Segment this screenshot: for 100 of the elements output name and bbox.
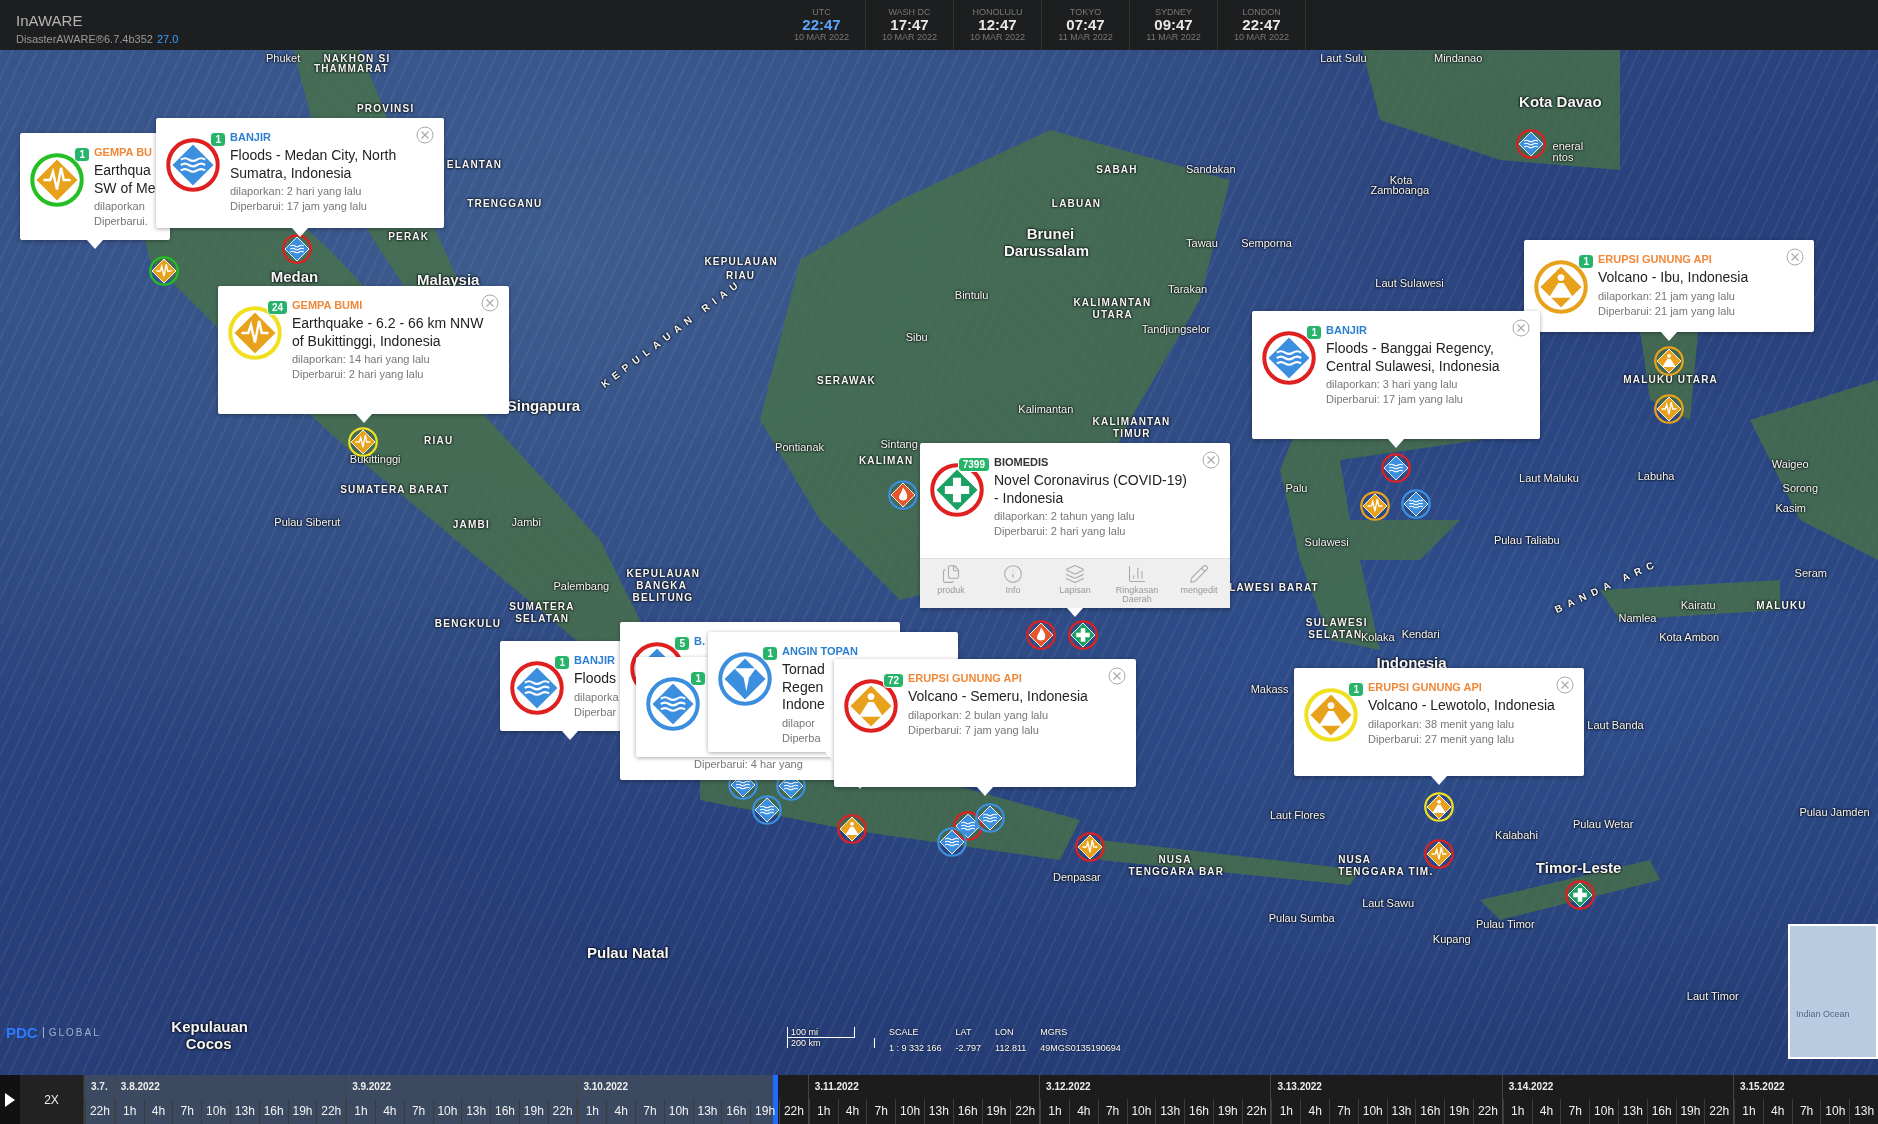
close-button[interactable] [1786, 248, 1804, 266]
timeline-hour[interactable]: 10h [1820, 1099, 1850, 1124]
map-label: Kalimantan [1018, 402, 1074, 415]
timeline-hour[interactable]: 7h [635, 1099, 664, 1124]
timeline-hour[interactable]: 10h [1357, 1099, 1387, 1124]
close-button[interactable] [416, 126, 434, 144]
timeline-hour[interactable]: 16h [952, 1099, 982, 1124]
timeline-hour[interactable]: 1h [808, 1099, 838, 1124]
reported-time: dilaporkan: 2 hari yang lalu [230, 185, 362, 198]
map-label: Semporna [1241, 237, 1292, 250]
info-icon [1003, 564, 1023, 584]
timeline-hour[interactable]: 22h [1473, 1099, 1502, 1124]
map-background[interactable] [0, 50, 1878, 1075]
close-button[interactable] [1512, 319, 1530, 337]
timeline-hour[interactable]: 19h [981, 1099, 1011, 1124]
map-label: Kalabahi [1495, 829, 1538, 841]
timeline-hour[interactable]: 4h [606, 1099, 636, 1124]
timeline-hour[interactable]: 4h [143, 1099, 173, 1124]
map-label: Cocos [185, 1035, 232, 1053]
readout-label: LON [995, 1027, 1015, 1037]
timeline-hour[interactable]: 7h [866, 1099, 896, 1124]
count-badge: 1 [1306, 325, 1322, 340]
minimap-label: Indian Ocean [1796, 1009, 1850, 1019]
timeline-hour[interactable]: 10h [1589, 1099, 1618, 1124]
timeline-hour[interactable]: 10h [1126, 1099, 1156, 1124]
timeline-hour[interactable]: 1h [1040, 1099, 1069, 1124]
timeline-hour[interactable]: 13h [1386, 1099, 1416, 1124]
timeline-hour[interactable]: 1h [114, 1099, 144, 1124]
close-button[interactable] [1556, 676, 1574, 694]
timeline-hour[interactable]: 1h [577, 1099, 607, 1124]
overview-map[interactable]: Indian Ocean [1788, 924, 1878, 1059]
timeline-hour[interactable]: 22h [1241, 1099, 1271, 1124]
timeline-hour[interactable]: 7h [1329, 1099, 1358, 1124]
readout-value: 112.811 [995, 1043, 1027, 1053]
play-button[interactable] [0, 1075, 20, 1124]
timeline-hour[interactable]: 1h [1271, 1099, 1301, 1124]
timeline-hour[interactable]: 10h [895, 1099, 924, 1124]
timeline-hour[interactable]: 7h [1097, 1099, 1127, 1124]
timeline-hour[interactable]: 4h [837, 1099, 867, 1124]
timeline-hour[interactable]: 19h [518, 1099, 548, 1124]
timeline-progress[interactable] [84, 1075, 779, 1124]
popup-pointer [1431, 776, 1447, 785]
clock-date: 11 MAR 2022 [1146, 32, 1201, 43]
timeline-hour[interactable]: 16h [1646, 1099, 1676, 1124]
timeline-hour[interactable]: 22h [85, 1099, 114, 1124]
map-label: Jambi [511, 516, 541, 529]
readout-label: SCALE [889, 1027, 920, 1037]
map-label: NAKHON SI [323, 52, 391, 64]
timeline-hour[interactable]: 16h [721, 1099, 751, 1124]
timeline-hour[interactable]: 10h [663, 1099, 693, 1124]
seismic-diamond-icon [1424, 839, 1454, 869]
timeline-hour[interactable]: 7h [172, 1099, 202, 1124]
timeline-hour[interactable]: 22h [1704, 1099, 1734, 1124]
speed-button[interactable]: 2X [20, 1075, 84, 1124]
mountain-diamond-icon [1424, 792, 1454, 822]
timeline-hour[interactable]: 22h [779, 1099, 808, 1124]
waves-diamond-icon [937, 827, 967, 857]
timeline-hour[interactable]: 22h [316, 1099, 346, 1124]
timeline-hour[interactable]: 7h [403, 1099, 433, 1124]
timeline-hour[interactable]: 13h [230, 1099, 259, 1124]
map-label: THAMMARAT [313, 63, 389, 75]
timeline-hour[interactable]: 13h [1849, 1099, 1878, 1124]
count-badge: 5 [674, 636, 690, 651]
timeline-hour[interactable]: 16h [490, 1099, 519, 1124]
timeline-hour[interactable]: 13h [923, 1099, 953, 1124]
timeline-hour[interactable]: 16h [258, 1099, 288, 1124]
close-button[interactable] [481, 294, 499, 312]
timeline-hour[interactable]: 19h [1444, 1099, 1473, 1124]
timeline-hour[interactable]: 13h [1155, 1099, 1185, 1124]
close-button[interactable] [1108, 667, 1126, 685]
timeline-hour[interactable]: 4h [1300, 1099, 1330, 1124]
waves-diamond-icon [1381, 453, 1411, 483]
timeline-hour[interactable]: 19h [287, 1099, 317, 1124]
timeline-hour[interactable]: 7h [1791, 1099, 1821, 1124]
map-label: Pulau Siberut [274, 516, 341, 529]
timeline-hour[interactable]: 16h [1415, 1099, 1445, 1124]
timeline-hour[interactable]: 13h [692, 1099, 722, 1124]
timeline-hour[interactable]: 13h [1617, 1099, 1647, 1124]
scale-bar-miles: 100 mi [787, 1027, 855, 1038]
timeline-hour[interactable]: 19h [1212, 1099, 1242, 1124]
timeline-date: 3.10.2022 [582, 1080, 629, 1094]
timeline-hour[interactable]: 19h [1675, 1099, 1705, 1124]
timeline-hour[interactable]: 22h [547, 1099, 577, 1124]
timeline-hour[interactable]: 7h [1560, 1099, 1590, 1124]
pencil-icon [1189, 564, 1209, 584]
timeline-hour[interactable]: 1h [1502, 1099, 1532, 1124]
timeline-hour[interactable]: 1h [346, 1099, 375, 1124]
timeline-hour[interactable]: 16h [1184, 1099, 1213, 1124]
map-label: RIAU [424, 434, 454, 446]
clock-city: UTC [812, 7, 831, 18]
timeline-hour[interactable]: 22h [1010, 1099, 1040, 1124]
close-button[interactable] [1202, 451, 1220, 469]
timeline-hour[interactable]: 4h [374, 1099, 404, 1124]
timeline-hour[interactable]: 1h [1734, 1099, 1763, 1124]
timeline-hour[interactable]: 4h [1068, 1099, 1098, 1124]
timeline-hour[interactable]: 4h [1531, 1099, 1561, 1124]
timeline-hour[interactable]: 4h [1762, 1099, 1792, 1124]
timeline-hour[interactable]: 10h [201, 1099, 230, 1124]
timeline-hour[interactable]: 13h [461, 1099, 491, 1124]
timeline-hour[interactable]: 10h [432, 1099, 462, 1124]
